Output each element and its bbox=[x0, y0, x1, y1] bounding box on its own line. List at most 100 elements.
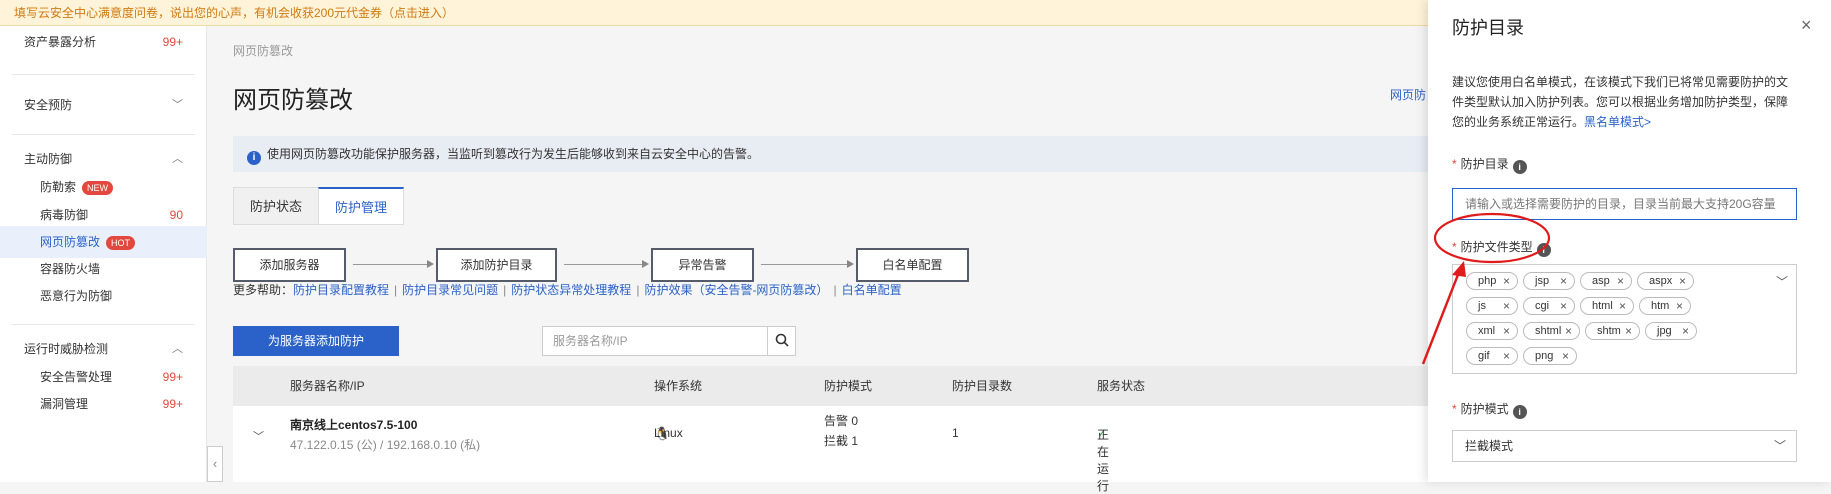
close-icon[interactable]: × bbox=[1617, 273, 1624, 289]
divider bbox=[12, 74, 195, 75]
search-button[interactable] bbox=[767, 326, 796, 356]
annotation-overlay bbox=[1421, 212, 1551, 365]
main-content: 网页防篡改 网页防篡改 网页防 i 使用网页防篡改功能保护服务器，当监听到篡改行为… bbox=[223, 26, 1428, 493]
close-icon[interactable]: × bbox=[1682, 323, 1689, 339]
sidebar-item-label: 防勒索 bbox=[40, 180, 77, 194]
mode-value: 拦截模式 bbox=[1465, 439, 1514, 453]
mode-block-count: 拦截 1 bbox=[824, 434, 859, 448]
sidebar-group-prevention[interactable]: 安全预防 ﹀ bbox=[0, 89, 207, 121]
close-icon[interactable]: × bbox=[1625, 323, 1632, 339]
sidebar-item-label: 安全预防 bbox=[24, 98, 73, 112]
file-type-tag[interactable]: html × bbox=[1580, 297, 1634, 315]
step-arrow bbox=[761, 264, 847, 265]
file-type-tag[interactable]: jpg × bbox=[1645, 322, 1697, 340]
tag-label: jpg bbox=[1657, 325, 1672, 337]
file-type-tag[interactable]: asp × bbox=[1580, 272, 1632, 290]
required-mark: * bbox=[1452, 402, 1457, 416]
column-header: 防护目录数 bbox=[952, 379, 1013, 393]
info-text: 使用网页防篡改功能保护服务器，当监听到篡改行为发生后能够收到来自云安全中心的告警… bbox=[267, 147, 760, 161]
count-badge: 99+ bbox=[162, 397, 183, 411]
server-name[interactable]: 南京线上centos7.5-100 bbox=[290, 416, 417, 433]
file-type-tag[interactable]: aspx × bbox=[1637, 272, 1694, 290]
label-text: 防护目录 bbox=[1460, 157, 1509, 171]
help-link[interactable]: 防护目录配置教程 bbox=[293, 283, 389, 297]
close-icon[interactable]: × bbox=[1801, 15, 1812, 36]
info-bar: i 使用网页防篡改功能保护服务器，当监听到篡改行为发生后能够收到来自云安全中心的告… bbox=[233, 136, 1428, 172]
close-icon[interactable]: × bbox=[1560, 273, 1567, 289]
breadcrumb[interactable]: 网页防篡改 bbox=[233, 42, 293, 59]
directory-count: 1 bbox=[952, 426, 959, 440]
table-row[interactable]: ﹀ 南京线上centos7.5-100 47.122.0.15 (公) / 19… bbox=[233, 406, 1428, 493]
close-icon[interactable]: × bbox=[1562, 348, 1569, 364]
help-link[interactable]: 防护效果（安全告警-网页防篡改） bbox=[644, 283, 828, 297]
help-link[interactable]: 防护状态异常处理教程 bbox=[511, 283, 631, 297]
info-icon: i bbox=[247, 151, 261, 165]
mode-label: * 防护模式 i bbox=[1452, 400, 1527, 419]
sidebar: 资产暴露分析 99+ 安全预防 ﹀ 主动防御 ︿ 防勒索 NEW 病毒防御 90 … bbox=[0, 26, 207, 482]
search-input[interactable]: 服务器名称/IP bbox=[542, 326, 795, 356]
tag-label: aspx bbox=[1649, 275, 1673, 287]
os-name: Linux bbox=[654, 426, 683, 440]
sidebar-item-label: 资产暴露分析 bbox=[24, 35, 97, 49]
hot-badge: HOT bbox=[106, 235, 136, 250]
sidebar-item-exposure[interactable]: 资产暴露分析 99+ bbox=[0, 26, 207, 58]
close-icon[interactable]: × bbox=[1560, 298, 1567, 314]
column-header: 防护模式 bbox=[824, 379, 873, 393]
tag-label: htm bbox=[1651, 300, 1670, 312]
arrow-right-icon bbox=[847, 260, 854, 268]
status-text: 正在运行 bbox=[1097, 428, 1110, 493]
sidebar-item-label: 网页防篡改 bbox=[40, 235, 101, 249]
sidebar-collapse-button[interactable]: ‹ bbox=[207, 446, 223, 482]
blacklist-mode-link[interactable]: 黑名单模式> bbox=[1584, 115, 1651, 129]
page-title: 网页防篡改 bbox=[233, 87, 353, 114]
help-link[interactable]: 防护目录常见问题 bbox=[402, 283, 498, 297]
divider bbox=[12, 134, 195, 135]
chevron-down-icon[interactable]: ﹀ bbox=[1776, 273, 1788, 290]
close-icon[interactable]: × bbox=[1565, 323, 1572, 339]
directory-label: * 防护目录 i bbox=[1452, 155, 1527, 174]
file-type-tag[interactable]: htm × bbox=[1639, 297, 1691, 315]
separator: | bbox=[503, 283, 507, 297]
help-prefix: 更多帮助： bbox=[233, 283, 294, 297]
tag-label: html bbox=[1592, 300, 1613, 312]
label-text: 防护模式 bbox=[1460, 402, 1509, 416]
step-whitelist: 白名单配置 bbox=[856, 248, 969, 282]
tab-status[interactable]: 防护状态 bbox=[233, 187, 320, 225]
separator: | bbox=[833, 283, 837, 297]
sidebar-item-vulns[interactable]: 漏洞管理 99+ bbox=[0, 388, 207, 420]
step-alert: 异常告警 bbox=[651, 248, 754, 282]
add-protection-button[interactable]: 为服务器添加防护 bbox=[233, 326, 399, 356]
drawer-title: 防护目录 bbox=[1452, 18, 1524, 38]
mode-select[interactable]: 拦截模式 ﹀ bbox=[1452, 430, 1797, 462]
server-ip: 47.122.0.15 (公) / 192.168.0.10 (私) bbox=[290, 438, 481, 452]
table-header: 服务器名称/IP 操作系统 防护模式 防护目录数 服务状态 bbox=[233, 366, 1428, 406]
help-icon[interactable]: i bbox=[1512, 405, 1527, 419]
step-add-server: 添加服务器 bbox=[233, 248, 346, 282]
help-icon[interactable]: i bbox=[1512, 160, 1527, 174]
close-icon[interactable]: × bbox=[1676, 298, 1683, 314]
close-icon[interactable]: × bbox=[1619, 298, 1626, 314]
chevron-left-icon: ‹ bbox=[212, 456, 218, 471]
step-arrow bbox=[353, 264, 427, 265]
arrow-right-icon bbox=[642, 260, 649, 268]
annotation-arrowhead bbox=[1452, 261, 1466, 277]
help-links: 更多帮助：防护目录配置教程 | 防护目录常见问题 | 防护状态异常处理教程 | 防护效果（安… bbox=[233, 281, 902, 298]
required-mark: * bbox=[1452, 157, 1457, 171]
help-link[interactable]: 白名单配置 bbox=[842, 283, 902, 297]
sidebar-item-malicious[interactable]: 恶意行为防御 bbox=[0, 280, 207, 312]
file-type-tag[interactable]: shtm × bbox=[1585, 322, 1640, 340]
tab-management[interactable]: 防护管理 bbox=[318, 187, 405, 225]
sidebar-item-label: 恶意行为防御 bbox=[40, 289, 113, 303]
expand-chevron-icon[interactable]: ﹀ bbox=[253, 428, 264, 444]
mode-alert-count: 告警 0 bbox=[824, 414, 859, 428]
column-header: 服务器名称/IP bbox=[290, 379, 365, 393]
close-icon[interactable]: × bbox=[1679, 273, 1686, 289]
header-link[interactable]: 网页防 bbox=[1390, 86, 1426, 103]
arrow-right-icon bbox=[427, 260, 434, 268]
annotation-ellipse bbox=[1433, 212, 1551, 264]
tab-bar: 防护状态 防护管理 bbox=[233, 187, 405, 225]
tag-label: asp bbox=[1592, 275, 1610, 287]
step-add-directory: 添加防护目录 bbox=[436, 248, 557, 282]
column-header: 操作系统 bbox=[654, 379, 703, 393]
search-icon bbox=[775, 333, 789, 347]
